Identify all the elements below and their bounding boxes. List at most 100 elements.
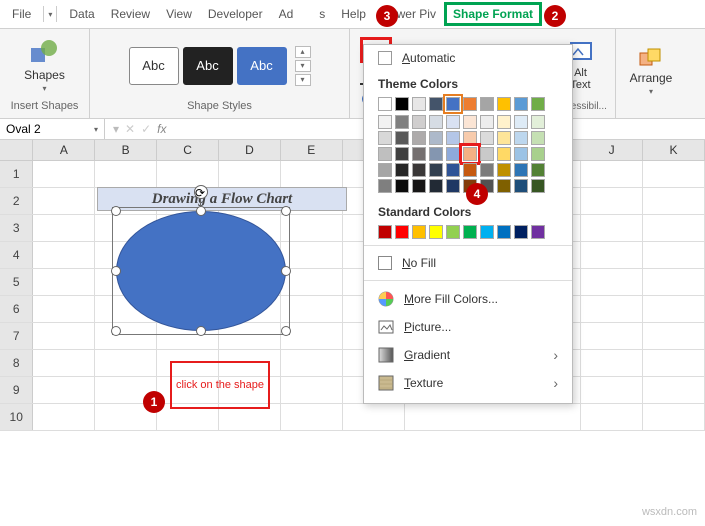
color-swatch[interactable] bbox=[463, 131, 477, 145]
color-swatch[interactable] bbox=[480, 147, 494, 161]
color-swatch[interactable] bbox=[514, 97, 528, 111]
color-swatch[interactable] bbox=[463, 115, 477, 129]
color-swatch[interactable] bbox=[497, 225, 511, 239]
color-swatch[interactable] bbox=[497, 97, 511, 111]
color-swatch[interactable] bbox=[514, 147, 528, 161]
row-header[interactable]: 2 bbox=[0, 188, 33, 214]
rotation-handle[interactable]: ⟳ bbox=[194, 185, 208, 199]
color-swatch[interactable] bbox=[429, 225, 443, 239]
color-swatch[interactable] bbox=[480, 163, 494, 177]
color-swatch[interactable] bbox=[395, 225, 409, 239]
color-swatch[interactable] bbox=[480, 115, 494, 129]
color-swatch[interactable] bbox=[531, 179, 545, 193]
fill-automatic[interactable]: Automatic bbox=[364, 45, 572, 71]
resize-handle[interactable] bbox=[196, 326, 206, 336]
color-swatch[interactable] bbox=[446, 179, 460, 193]
row-header[interactable]: 1 bbox=[0, 161, 33, 187]
selected-oval-shape[interactable]: ⟳ bbox=[116, 211, 286, 331]
shape-style-preset-1[interactable]: Abc bbox=[129, 47, 179, 85]
color-swatch[interactable] bbox=[429, 147, 443, 161]
color-swatch[interactable] bbox=[514, 131, 528, 145]
arrange-button[interactable]: Arrange ▾ bbox=[624, 45, 679, 98]
col-header[interactable]: D bbox=[219, 140, 281, 160]
col-header[interactable]: J bbox=[581, 140, 643, 160]
color-swatch[interactable] bbox=[412, 225, 426, 239]
fill-gradient[interactable]: Gradient bbox=[364, 341, 572, 369]
tab-addins[interactable]: Ad bbox=[271, 3, 302, 25]
formula-bar[interactable]: ▾ ✕ ✓ fx bbox=[105, 122, 175, 136]
color-swatch[interactable] bbox=[395, 179, 409, 193]
color-swatch[interactable] bbox=[463, 147, 477, 161]
color-swatch[interactable] bbox=[378, 225, 392, 239]
color-swatch[interactable] bbox=[429, 115, 443, 129]
color-swatch[interactable] bbox=[412, 179, 426, 193]
col-header[interactable]: E bbox=[281, 140, 343, 160]
row-header[interactable]: 5 bbox=[0, 269, 33, 295]
tab-view[interactable]: View bbox=[158, 3, 200, 25]
more-fill-colors[interactable]: More Fill Colors... bbox=[364, 285, 572, 313]
color-swatch[interactable] bbox=[395, 97, 409, 111]
row-header[interactable]: 4 bbox=[0, 242, 33, 268]
color-swatch[interactable] bbox=[446, 163, 460, 177]
col-header[interactable]: K bbox=[643, 140, 705, 160]
tab-data[interactable]: Data bbox=[61, 3, 102, 25]
color-swatch[interactable] bbox=[412, 115, 426, 129]
color-swatch[interactable] bbox=[378, 115, 392, 129]
row-header[interactable]: 6 bbox=[0, 296, 33, 322]
color-swatch[interactable] bbox=[395, 163, 409, 177]
tab-shape-format[interactable]: Shape Format bbox=[444, 2, 542, 26]
color-swatch[interactable] bbox=[378, 97, 392, 111]
fill-texture[interactable]: Texture bbox=[364, 369, 572, 397]
color-swatch[interactable] bbox=[429, 163, 443, 177]
color-swatch[interactable] bbox=[395, 115, 409, 129]
color-swatch[interactable] bbox=[395, 131, 409, 145]
color-swatch[interactable] bbox=[480, 225, 494, 239]
color-swatch[interactable] bbox=[531, 97, 545, 111]
color-swatch[interactable] bbox=[395, 147, 409, 161]
color-swatch[interactable] bbox=[446, 225, 460, 239]
row-header[interactable]: 9 bbox=[0, 377, 33, 403]
color-swatch[interactable] bbox=[412, 163, 426, 177]
resize-handle[interactable] bbox=[111, 266, 121, 276]
color-swatch[interactable] bbox=[497, 115, 511, 129]
col-header[interactable]: C bbox=[157, 140, 219, 160]
resize-handle[interactable] bbox=[281, 266, 291, 276]
worksheet-grid[interactable]: 1 2 3 4 5 6 7 8 9 10 Drawing a Flow Char… bbox=[0, 161, 705, 431]
color-swatch[interactable] bbox=[463, 163, 477, 177]
color-swatch[interactable] bbox=[480, 97, 494, 111]
color-swatch[interactable] bbox=[514, 179, 528, 193]
name-box[interactable]: Oval 2 ▾ bbox=[0, 119, 105, 139]
color-swatch[interactable] bbox=[514, 225, 528, 239]
col-header[interactable]: A bbox=[33, 140, 95, 160]
qat-dropdown-icon[interactable]: ▾ bbox=[48, 10, 52, 19]
fx-expand-icon[interactable]: ▾ bbox=[113, 122, 119, 136]
gallery-up-icon[interactable]: ▴ bbox=[295, 46, 311, 58]
color-swatch[interactable] bbox=[531, 225, 545, 239]
resize-handle[interactable] bbox=[281, 206, 291, 216]
tab-developer[interactable]: Developer bbox=[200, 3, 271, 25]
color-swatch[interactable] bbox=[412, 97, 426, 111]
resize-handle[interactable] bbox=[281, 326, 291, 336]
tab-review[interactable]: Review bbox=[103, 3, 158, 25]
tab-addins-suffix[interactable]: s bbox=[301, 3, 333, 25]
color-swatch[interactable] bbox=[497, 147, 511, 161]
color-swatch[interactable] bbox=[463, 97, 477, 111]
color-swatch[interactable] bbox=[446, 131, 460, 145]
color-swatch[interactable] bbox=[514, 163, 528, 177]
row-header[interactable]: 3 bbox=[0, 215, 33, 241]
color-swatch[interactable] bbox=[531, 115, 545, 129]
color-swatch[interactable] bbox=[429, 179, 443, 193]
color-swatch[interactable] bbox=[514, 115, 528, 129]
color-swatch[interactable] bbox=[446, 97, 460, 111]
color-swatch[interactable] bbox=[463, 225, 477, 239]
no-fill[interactable]: No Fill bbox=[364, 250, 572, 276]
gallery-more-icon[interactable]: ▾ bbox=[295, 74, 311, 86]
color-swatch[interactable] bbox=[378, 131, 392, 145]
tab-help[interactable]: Help bbox=[333, 3, 374, 25]
color-swatch[interactable] bbox=[446, 147, 460, 161]
fill-picture[interactable]: Picture... bbox=[364, 313, 572, 341]
color-swatch[interactable] bbox=[531, 131, 545, 145]
shapes-gallery-button[interactable]: Shapes ▾ bbox=[18, 36, 71, 95]
color-swatch[interactable] bbox=[378, 147, 392, 161]
resize-handle[interactable] bbox=[111, 206, 121, 216]
